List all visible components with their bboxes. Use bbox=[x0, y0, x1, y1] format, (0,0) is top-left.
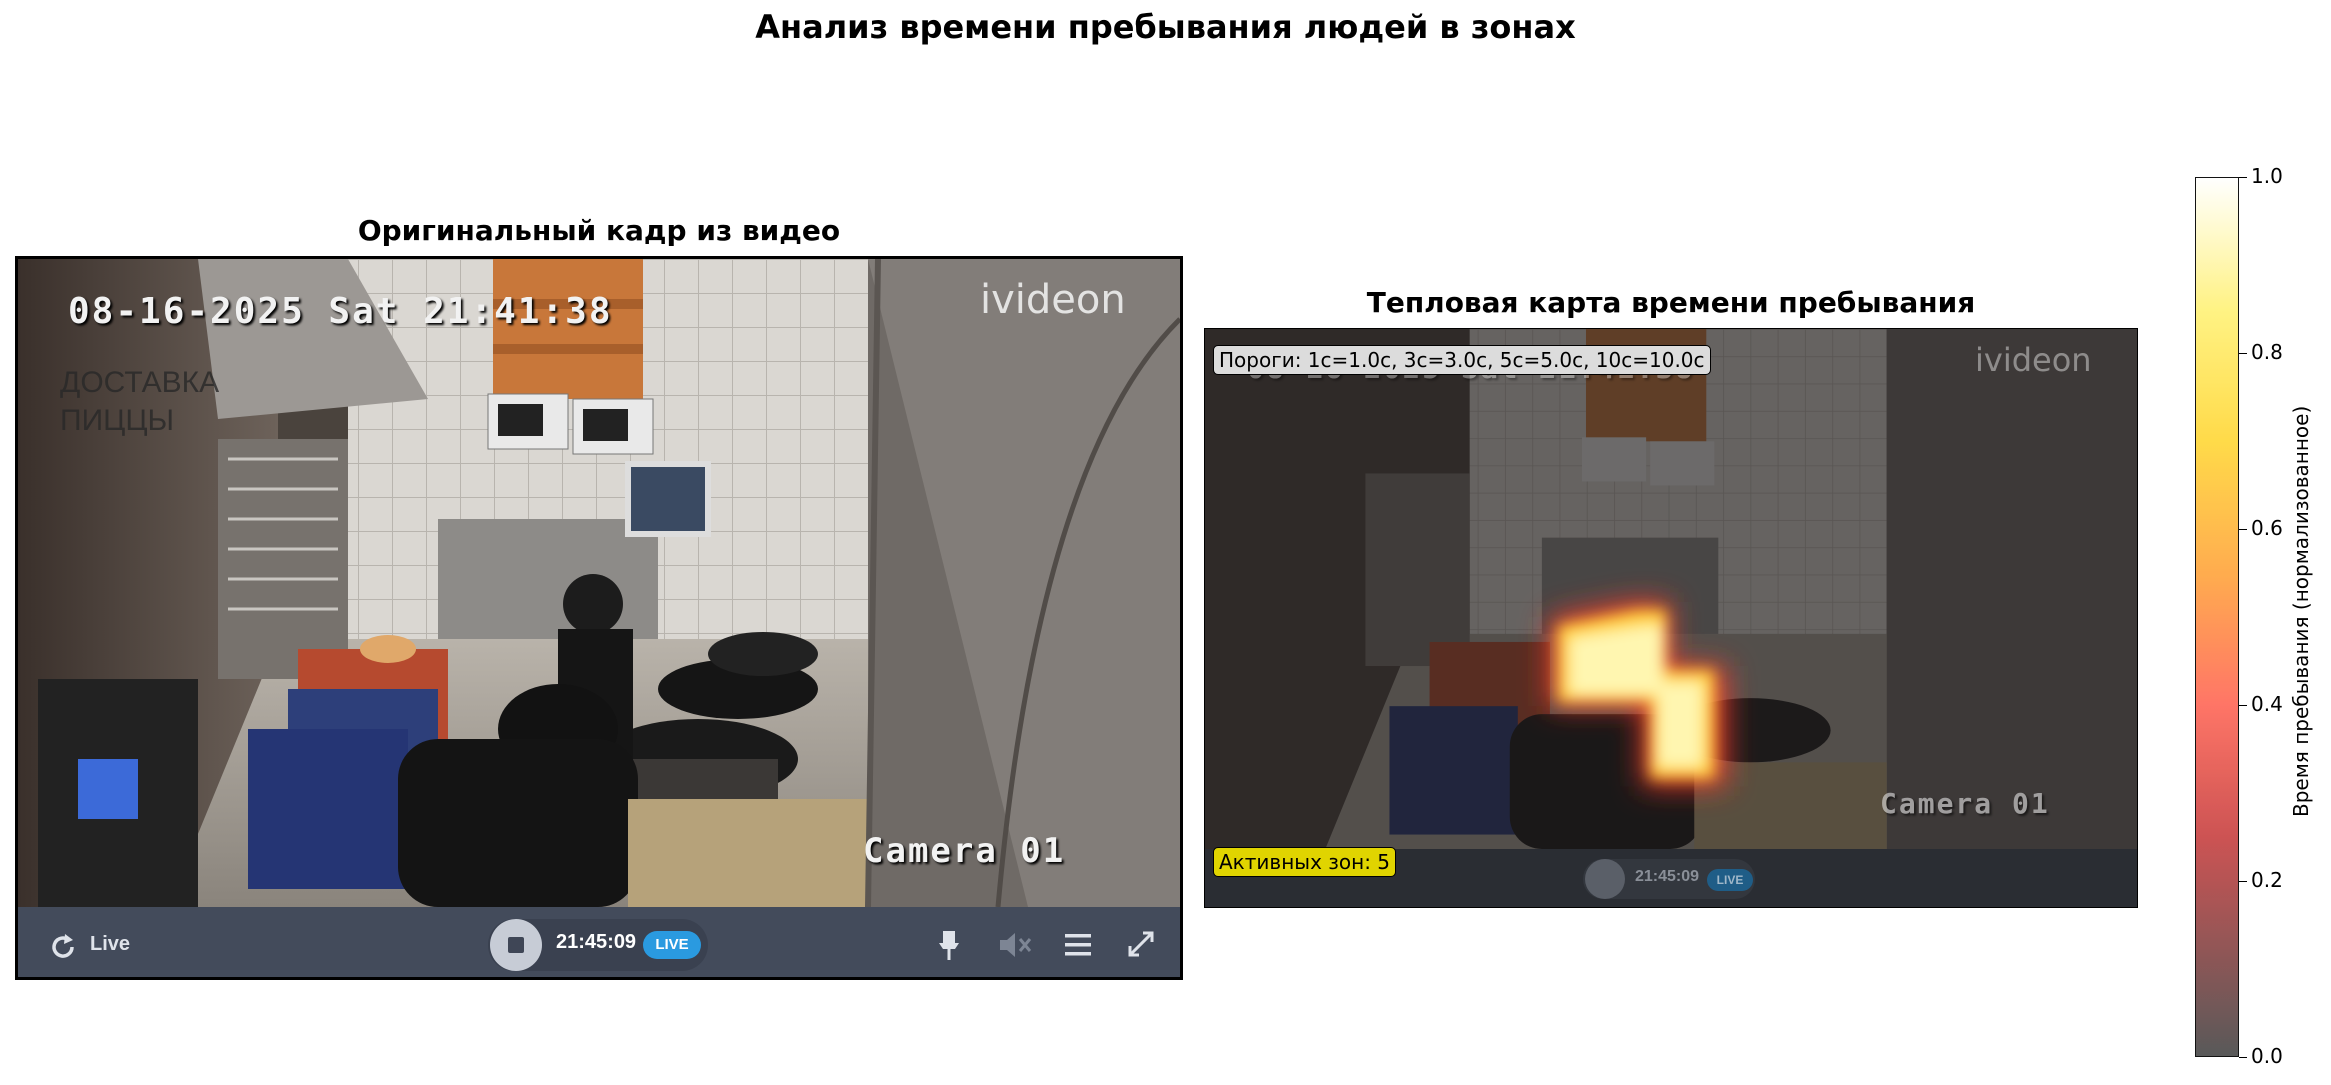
camera-label: Camera 01 bbox=[863, 831, 1066, 871]
stop-button[interactable] bbox=[490, 919, 542, 971]
live-mode-button[interactable]: Live bbox=[90, 933, 130, 956]
colorbar-tick-label: 0.4 bbox=[2251, 692, 2283, 716]
thresholds-label: Пороги: 1с=1.0с, 3с=3.0с, 5с=5.0с, 10с=1… bbox=[1213, 345, 1711, 375]
delivery-signage: ДОСТАВКА ПИЦЦЫ bbox=[60, 366, 220, 437]
colorbar-tick-mark bbox=[2239, 705, 2247, 706]
kitchen-scene-image bbox=[18, 259, 1180, 907]
colorbar-tick-label: 0.8 bbox=[2251, 340, 2283, 364]
mute-icon[interactable] bbox=[998, 931, 1034, 959]
heatmap-ivideon-watermark: ivideon bbox=[1975, 341, 2092, 379]
fullscreen-icon[interactable] bbox=[1126, 929, 1156, 959]
colorbar-tick-mark bbox=[2239, 1057, 2247, 1058]
heatmap-overlay-image bbox=[1205, 329, 2137, 849]
colorbar-tick-label: 0.0 bbox=[2251, 1044, 2283, 1068]
ivideon-watermark: ivideon bbox=[980, 277, 1126, 323]
heatmap-camera-label: Camera 01 bbox=[1880, 787, 2050, 820]
heatmap-frame: 08-16-2025 Sat 21:41:38 ivideon Camera 0… bbox=[1204, 328, 2138, 908]
osd-datetime: 08-16-2025 Sat 21:41:38 bbox=[68, 291, 613, 332]
heatmap-stop-button bbox=[1585, 859, 1625, 899]
heatmap-playback-time: 21:45:09 bbox=[1635, 868, 1700, 885]
refresh-icon[interactable] bbox=[48, 932, 78, 962]
left-panel-title: Оригинальный кадр из видео bbox=[357, 214, 841, 247]
colorbar-tick-label: 1.0 bbox=[2251, 164, 2283, 188]
figure-title: Анализ времени пребывания людей в зонах bbox=[755, 8, 1576, 46]
stop-icon bbox=[508, 937, 524, 953]
menu-icon[interactable] bbox=[1063, 931, 1093, 959]
colorbar-tick-label: 0.2 bbox=[2251, 868, 2283, 892]
player-control-bar: Live 21:45:09 LIVE bbox=[18, 907, 1180, 977]
original-video-frame: 08-16-2025 Sat 21:41:38 ivideon ДОСТАВКА… bbox=[15, 256, 1183, 980]
colorbar-tick-mark bbox=[2239, 177, 2247, 178]
colorbar-tick-label: 0.6 bbox=[2251, 516, 2283, 540]
colorbar-tick-mark bbox=[2239, 881, 2247, 882]
live-badge: LIVE bbox=[643, 931, 701, 959]
pin-icon[interactable] bbox=[936, 929, 962, 961]
active-zones-label: Активных зон: 5 bbox=[1213, 847, 1397, 877]
colorbar-label: Время пребывания (нормализованное) bbox=[2289, 405, 2313, 817]
colorbar-tick-mark bbox=[2239, 529, 2247, 530]
colorbar bbox=[2195, 177, 2239, 1057]
colorbar-tick-mark bbox=[2239, 353, 2247, 354]
playback-time: 21:45:09 bbox=[556, 931, 637, 953]
heatmap-live-badge: LIVE bbox=[1707, 869, 1753, 891]
right-panel-title: Тепловая карта времени пребывания bbox=[1366, 286, 1976, 319]
